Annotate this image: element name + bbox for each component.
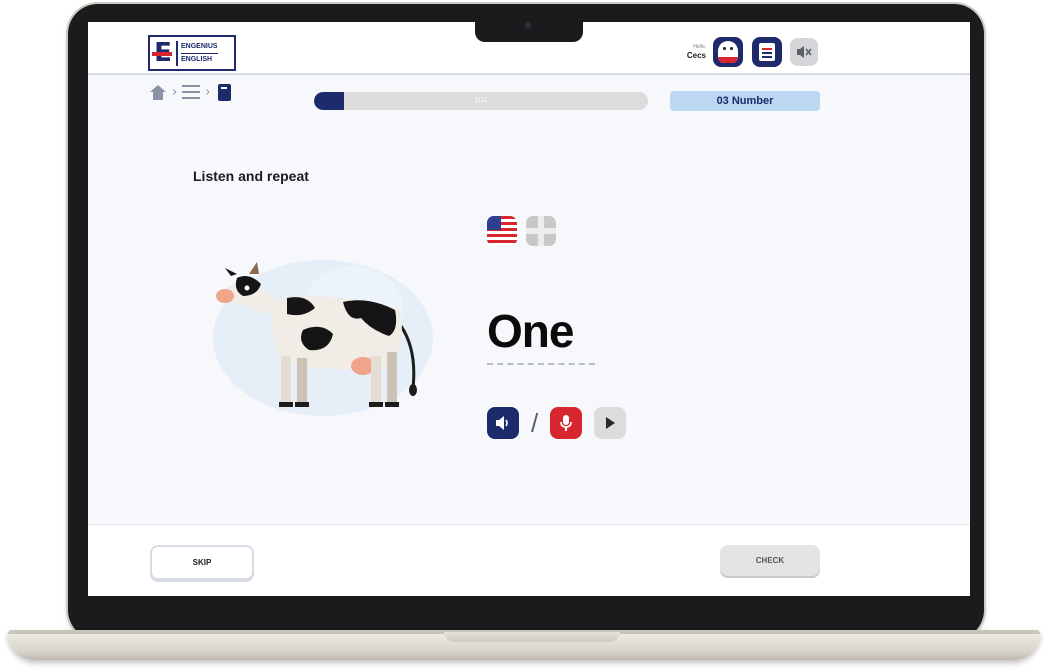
record-button[interactable]	[550, 407, 583, 439]
listen-button[interactable]	[487, 407, 519, 439]
skip-button[interactable]: SKIP	[150, 545, 254, 580]
vocabulary-word: One	[487, 305, 574, 357]
mute-button[interactable]	[790, 38, 818, 66]
play-icon	[606, 417, 616, 429]
home-icon[interactable]	[148, 82, 168, 102]
laptop-base	[8, 630, 1040, 660]
exercise-area: Listen and repeat One /	[88, 128, 970, 524]
notebook-icon	[759, 43, 775, 61]
book-icon[interactable]	[214, 82, 234, 102]
mute-icon	[797, 46, 812, 58]
menu-icon[interactable]	[181, 82, 201, 102]
microphone-icon	[560, 415, 573, 431]
greeting: Hello, Cecs	[678, 44, 706, 61]
cow-illustration	[213, 260, 433, 416]
uk-flag-icon[interactable]	[526, 216, 556, 246]
speaker-icon	[496, 416, 508, 430]
topic-badge: 03 Number	[670, 91, 820, 111]
user-name: Cecs	[686, 51, 706, 60]
word-underline	[487, 363, 595, 365]
footer: SKIP CHECK	[88, 524, 970, 596]
logo-line-1: ENGENIUS	[181, 42, 218, 50]
notebook-button[interactable]	[752, 37, 782, 67]
logo-line-2: ENGLISH	[181, 52, 218, 66]
play-recording-button[interactable]	[594, 407, 627, 439]
accent-selector	[487, 216, 556, 246]
separator: /	[531, 407, 539, 438]
audio-controls: /	[487, 407, 627, 439]
camera-notch	[475, 14, 583, 42]
avatar[interactable]	[713, 37, 743, 67]
chevron-right-icon: ›	[205, 84, 211, 100]
progress-bar: 1/11	[314, 92, 648, 110]
logo-e-icon: E	[150, 38, 176, 68]
logo[interactable]: E ENGENIUS ENGLISH	[148, 35, 236, 71]
greeting-text: Hello,	[693, 44, 706, 50]
trackpad-notch	[444, 632, 620, 642]
us-flag-icon[interactable]	[487, 216, 517, 246]
chevron-right-icon: ›	[172, 84, 178, 100]
instruction-text: Listen and repeat	[193, 168, 309, 184]
breadcrumb: › ›	[148, 82, 234, 102]
check-button[interactable]: CHECK	[720, 545, 820, 576]
camera-icon	[525, 22, 531, 28]
avatar-icon	[718, 41, 738, 63]
app-screen: E ENGENIUS ENGLISH Hello, Cecs › › 1/11 …	[88, 22, 970, 596]
progress-label: 1/11	[474, 97, 488, 104]
